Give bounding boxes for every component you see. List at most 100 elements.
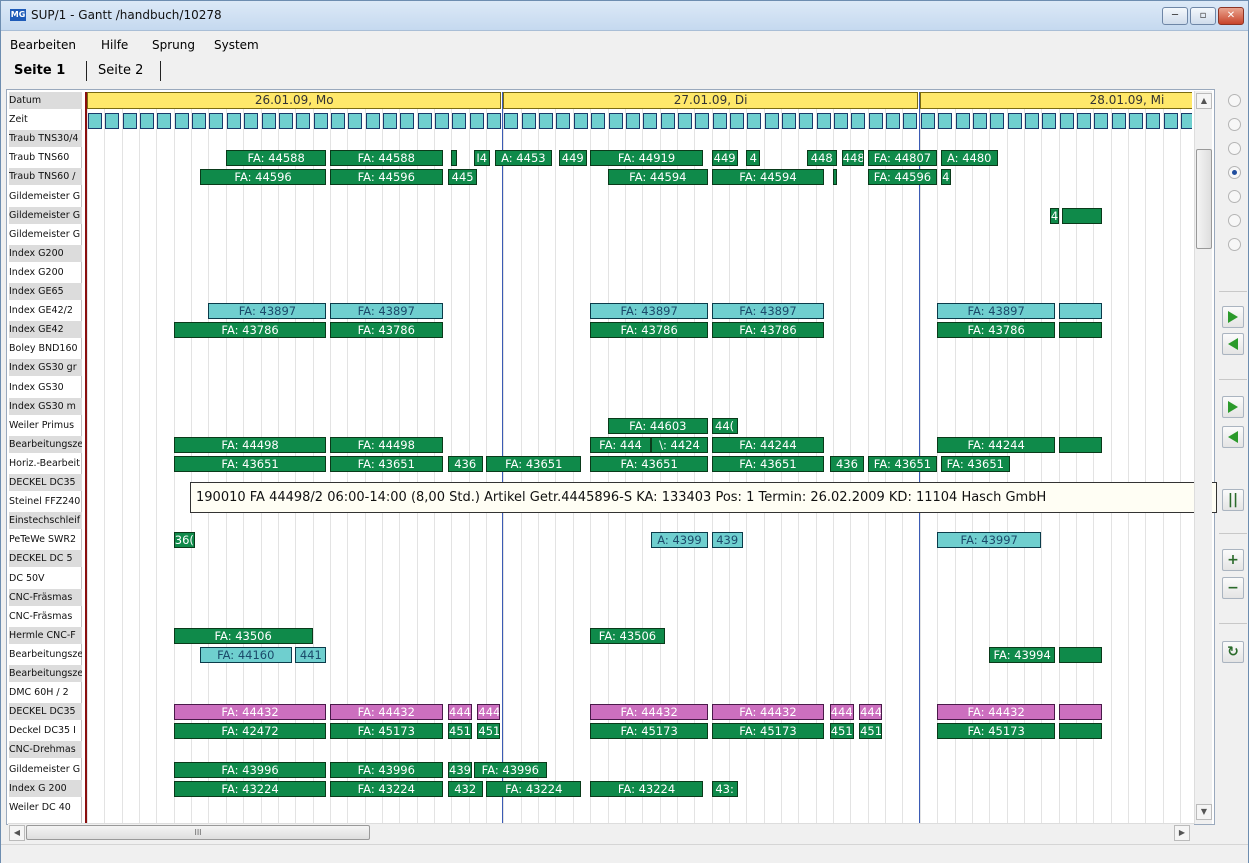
menu-hilfe[interactable]: Hilfe xyxy=(101,38,128,52)
order-bar[interactable]: FA: 43996 xyxy=(329,761,443,778)
order-bar[interactable]: 36( xyxy=(173,532,195,549)
order-bar[interactable]: FA: 43224 xyxy=(173,780,327,797)
view-radio-5[interactable] xyxy=(1228,190,1241,203)
order-bar[interactable]: FA: 44596 xyxy=(867,169,938,186)
time-slot[interactable] xyxy=(1129,113,1143,129)
time-slot[interactable] xyxy=(729,113,744,129)
order-bar[interactable]: FA: 43786 xyxy=(711,322,825,339)
gantt-plot-area[interactable]: 26.01.09, Mo 27.01.09, Di 28.01.09, Mi FA: … xyxy=(87,92,1192,824)
menu-sprung[interactable]: Sprung xyxy=(152,38,195,52)
time-slot[interactable] xyxy=(573,113,588,129)
time-slot[interactable] xyxy=(1076,113,1091,129)
time-slot[interactable] xyxy=(608,113,623,129)
time-slot[interactable] xyxy=(157,113,172,129)
order-bar[interactable]: 451 xyxy=(447,723,473,740)
order-bar[interactable] xyxy=(1058,646,1102,663)
time-slot[interactable] xyxy=(122,113,137,129)
order-bar[interactable]: FA: 45173 xyxy=(590,723,709,740)
order-bar[interactable]: 448 xyxy=(807,150,837,167)
order-bar[interactable]: FA: 43224 xyxy=(590,780,703,797)
order-bar[interactable]: FA: 44603 xyxy=(607,417,709,434)
menu-bearbeiten[interactable]: Bearbeiten xyxy=(10,38,76,52)
time-slot[interactable] xyxy=(400,113,415,129)
pause-icon[interactable]: || xyxy=(1222,489,1244,511)
scroll-left-button[interactable]: ◀ xyxy=(9,825,25,841)
time-slot[interactable] xyxy=(209,113,224,129)
time-slot[interactable] xyxy=(1181,113,1192,129)
order-bar[interactable]: FA: 43651 xyxy=(711,455,825,472)
time-slot[interactable] xyxy=(920,113,935,129)
order-bar[interactable]: FA: 43506 xyxy=(173,627,313,644)
order-bar[interactable]: 439 xyxy=(447,761,473,778)
order-bar[interactable]: FA: 44596 xyxy=(199,169,327,186)
order-bar[interactable]: 451 xyxy=(477,723,500,740)
order-bar[interactable]: FA: 43506 xyxy=(590,627,665,644)
minimize-button[interactable]: ─ xyxy=(1162,7,1188,25)
view-radio-7[interactable] xyxy=(1228,238,1241,251)
time-slot[interactable] xyxy=(435,113,449,129)
tab-seite-2[interactable]: Seite 2 xyxy=(98,63,143,78)
order-bar[interactable]: FA: 44594 xyxy=(711,169,825,186)
order-bar[interactable]: FA: 444 xyxy=(590,436,651,453)
order-bar[interactable]: FA: 43997 xyxy=(937,532,1042,549)
order-bar[interactable]: FA: 44919 xyxy=(590,150,703,167)
order-bar[interactable]: FA: 44596 xyxy=(329,169,443,186)
order-bar[interactable]: FA: 44588 xyxy=(225,150,327,167)
order-bar[interactable]: FA: 45173 xyxy=(937,723,1056,740)
time-slot[interactable] xyxy=(955,113,970,129)
order-bar[interactable]: 4 xyxy=(1049,207,1059,224)
menu-system[interactable]: System xyxy=(214,38,259,52)
time-slot[interactable] xyxy=(712,113,727,129)
order-bar[interactable]: A: 4399 xyxy=(650,532,709,549)
time-slot[interactable] xyxy=(903,113,918,129)
order-bar[interactable]: 436 xyxy=(447,455,483,472)
vertical-scrollbar[interactable]: ▲ ▼ xyxy=(1194,91,1212,824)
order-bar[interactable]: FA: 44432 xyxy=(329,704,443,721)
order-bar[interactable]: FA: 43897 xyxy=(937,303,1056,320)
order-bar[interactable]: I4 xyxy=(473,150,490,167)
maximize-button[interactable]: ▫ xyxy=(1190,7,1216,25)
order-bar[interactable]: 451 xyxy=(829,723,854,740)
view-radio-4[interactable] xyxy=(1228,166,1241,179)
time-slot[interactable] xyxy=(348,113,363,129)
vertical-scroll-thumb[interactable] xyxy=(1196,149,1212,249)
order-bar[interactable]: 44( xyxy=(711,417,738,434)
order-bar[interactable]: FA: 43897 xyxy=(208,303,327,320)
time-slot[interactable] xyxy=(851,113,866,129)
order-bar[interactable]: FA: 44588 xyxy=(329,150,443,167)
close-button[interactable]: ✕ xyxy=(1218,7,1244,25)
order-bar[interactable]: \: 4424 xyxy=(650,436,709,453)
time-slot[interactable] xyxy=(539,113,554,129)
time-slot[interactable] xyxy=(764,113,779,129)
time-slot[interactable] xyxy=(140,113,155,129)
time-slot[interactable] xyxy=(487,113,502,129)
order-bar[interactable] xyxy=(1058,322,1102,339)
horizontal-scroll-thumb[interactable]: III xyxy=(26,825,370,840)
order-bar[interactable]: FA: 43651 xyxy=(940,455,1010,472)
time-slot[interactable] xyxy=(938,113,953,129)
order-bar[interactable]: FA: 43651 xyxy=(173,455,327,472)
order-bar[interactable]: FA: 42472 xyxy=(173,723,327,740)
time-slot[interactable] xyxy=(313,113,328,129)
time-slot[interactable] xyxy=(330,113,345,129)
time-slot[interactable] xyxy=(192,113,207,129)
order-bar[interactable] xyxy=(1058,303,1102,320)
time-slot[interactable] xyxy=(677,113,692,129)
view-radio-6[interactable] xyxy=(1228,214,1241,227)
order-bar[interactable]: FA: 45173 xyxy=(711,723,825,740)
time-slot[interactable] xyxy=(1146,113,1161,129)
time-slot[interactable] xyxy=(1163,113,1178,129)
order-bar[interactable]: 4 xyxy=(746,150,761,167)
time-slot[interactable] xyxy=(504,113,519,129)
order-bar[interactable]: 449 xyxy=(558,150,587,167)
order-bar[interactable]: 43: xyxy=(711,780,738,797)
time-slot[interactable] xyxy=(868,113,883,129)
scroll-up-button[interactable]: ▲ xyxy=(1196,93,1212,109)
time-slot[interactable] xyxy=(834,113,849,129)
tab-seite-1[interactable]: Seite 1 xyxy=(14,63,65,78)
time-slot[interactable] xyxy=(261,113,276,129)
time-slot[interactable] xyxy=(521,113,536,129)
time-slot[interactable] xyxy=(365,113,380,129)
order-bar[interactable]: 449 xyxy=(711,150,738,167)
order-bar[interactable]: FA: 43224 xyxy=(329,780,443,797)
